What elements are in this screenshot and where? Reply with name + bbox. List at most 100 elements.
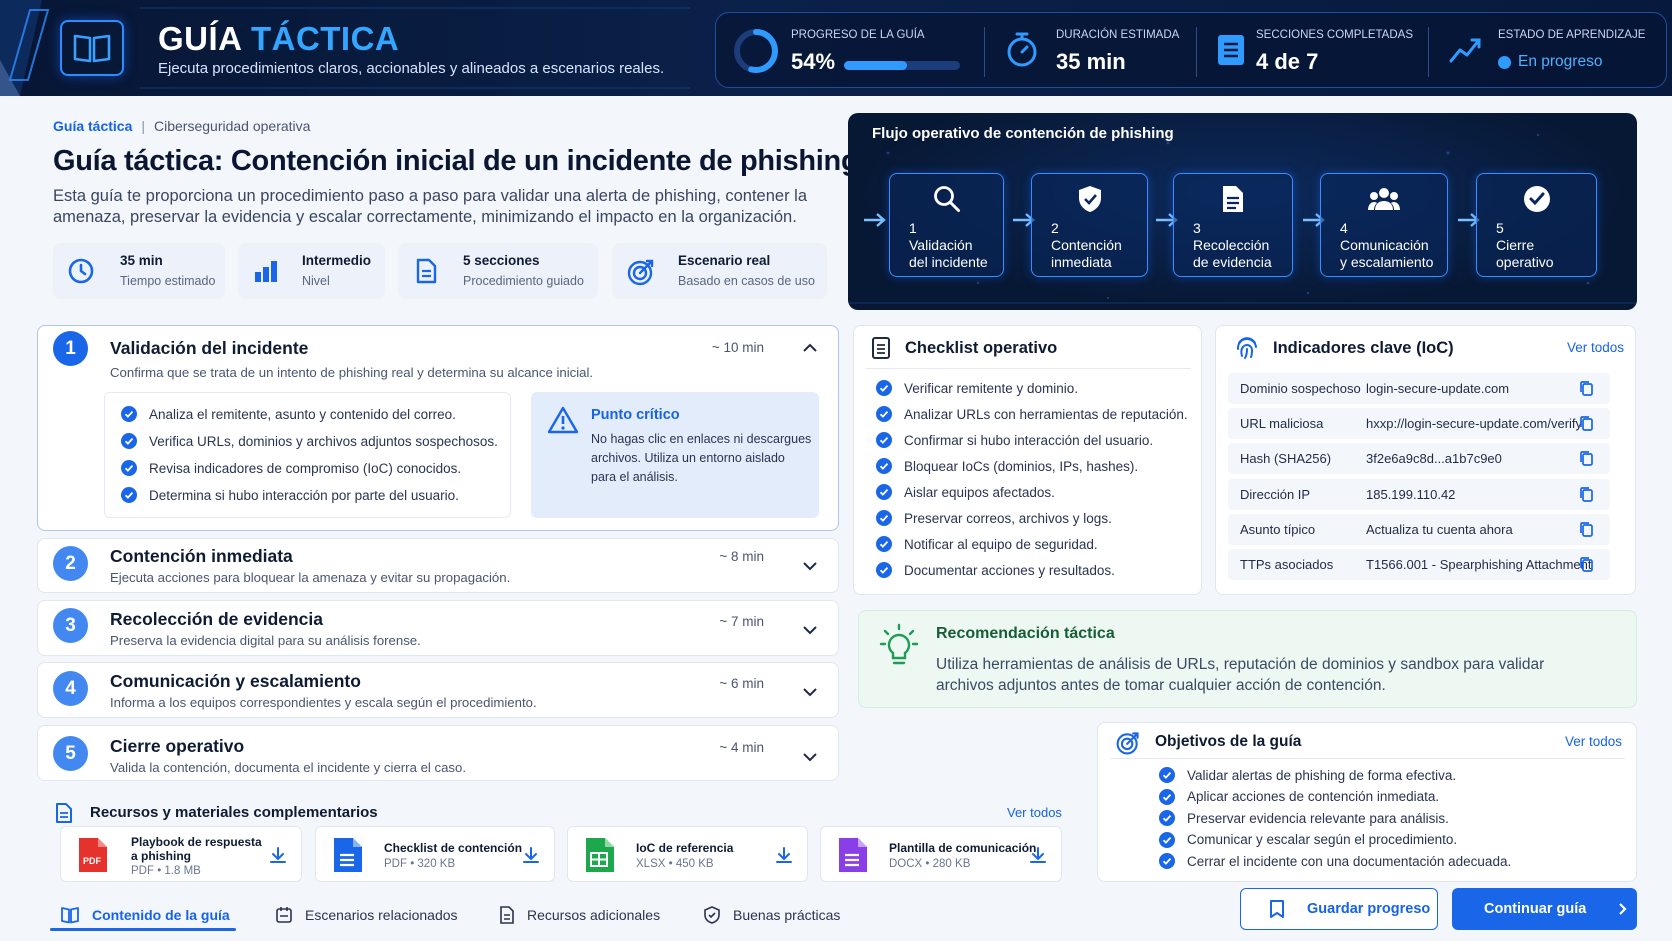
ioc-view-all-link[interactable]: Ver todos [1567, 340, 1624, 355]
flow-step-2[interactable]: 2 Contención inmediata [1031, 173, 1148, 277]
flow-step-number: 5 [1496, 220, 1504, 236]
step-2-badge: 2 [53, 546, 88, 581]
header-title: GUÍA TÁCTICA [158, 20, 400, 57]
flow-step-number: 4 [1340, 220, 1348, 236]
step-2-title: Contención inmediata [110, 546, 293, 566]
stat-learning-status: ESTADO DE APRENDIZAJE En progreso [1438, 13, 1666, 89]
step-2-time: ~ 8 min [719, 549, 764, 564]
step-4-time: ~ 6 min [719, 676, 764, 691]
step-1-title: Validación del incidente [110, 338, 309, 358]
duration-label: DURACIÓN ESTIMADA [1056, 29, 1180, 41]
download-icon[interactable] [522, 846, 540, 864]
meta-scenario: Escenario real Basado en casos de uso [612, 243, 827, 299]
objective-item: Validar alertas de phishing de forma efe… [1159, 767, 1456, 783]
ioc-row: Dirección IP 185.199.110.42 [1228, 478, 1610, 510]
objectives-panel: Objetivos de la guía Ver todos Validar a… [1097, 722, 1637, 882]
step-3-time: ~ 7 min [719, 614, 764, 629]
copy-icon[interactable] [1578, 521, 1594, 538]
sections-label: SECCIONES COMPLETADAS [1256, 29, 1413, 41]
flow-step-4[interactable]: 4 Comunicación y escalamiento [1320, 173, 1448, 277]
step-1-time: ~ 10 min [711, 340, 764, 355]
flow-step-label: Cierre operativo [1496, 237, 1554, 270]
step-4-card[interactable]: 4 Comunicación y escalamiento Informa a … [37, 662, 839, 718]
progress-value: 54% [791, 49, 836, 74]
duration-value: 35 min [1056, 49, 1126, 74]
resource-name: Playbook de respuesta a phishing [131, 835, 262, 863]
step-2-desc: Ejecuta acciones para bloquear la amenaz… [110, 570, 511, 585]
resource-checklist[interactable]: Checklist de contención PDF • 320 KB [315, 826, 555, 882]
list-document-icon [1218, 35, 1244, 65]
save-progress-button[interactable]: Guardar progreso [1240, 888, 1438, 930]
objective-item: Aplicar acciones de contención inmediata… [1159, 788, 1439, 805]
tab-buenas-practicas[interactable]: Buenas prácticas [703, 900, 840, 930]
meta-level: Intermedio Nivel [238, 243, 385, 299]
chevron-down-icon[interactable] [802, 752, 818, 762]
step-5-title: Cierre operativo [110, 736, 245, 756]
checklist-item: Aislar equipos afectados. [876, 484, 1055, 500]
tab-contenido[interactable]: Contenido de la guía [60, 900, 230, 930]
progress-ring-icon [734, 29, 778, 73]
copy-icon[interactable] [1578, 415, 1594, 432]
page-title: Guía táctica: Contención inicial de un i… [53, 145, 859, 177]
step-5-card[interactable]: 5 Cierre operativo Valida la contención,… [37, 725, 839, 781]
breadcrumb-link[interactable]: Guía táctica [53, 118, 132, 134]
chevron-down-icon[interactable] [802, 687, 818, 697]
status-value: En progreso [1518, 53, 1603, 70]
flow-step-5[interactable]: 5 Cierre operativo [1476, 173, 1597, 277]
step-1-badge: 1 [53, 331, 88, 366]
checklist-panel: Checklist operativo Verificar remitente … [853, 325, 1202, 595]
ioc-value: hxxp://login-secure-update.com/verify [1366, 416, 1583, 432]
stat-sections: SECCIONES COMPLETADAS 4 de 7 [1206, 13, 1416, 89]
step-1-card[interactable]: 1 Validación del incidente Confirma que … [37, 325, 839, 531]
pdf-file-icon: PDF [76, 837, 108, 873]
copy-icon[interactable] [1578, 450, 1594, 467]
copy-icon[interactable] [1578, 380, 1594, 397]
ioc-row: Dominio sospechoso login-secure-update.co… [1228, 373, 1610, 404]
ioc-key: Dirección IP [1240, 486, 1311, 502]
objectives-view-all-link[interactable]: Ver todos [1565, 734, 1622, 749]
step-3-card[interactable]: 3 Recolección de evidencia Preserva la e… [37, 600, 839, 656]
copy-icon[interactable] [1578, 556, 1594, 573]
flow-step-1[interactable]: 1 Validación del incidente [889, 173, 1004, 277]
check-circle-icon [876, 510, 892, 526]
resource-template[interactable]: Plantilla de comunicación DOCX • 280 KB [820, 826, 1062, 882]
tab-escenarios[interactable]: Escenarios relacionados [275, 900, 458, 930]
flow-arrow-in [862, 212, 888, 228]
clipboard-icon [872, 337, 890, 359]
chevron-down-icon[interactable] [802, 561, 818, 571]
copy-icon[interactable] [1578, 486, 1594, 503]
recommendation-card: Recomendación táctica Utiliza herramient… [858, 610, 1637, 708]
ioc-panel: Indicadores clave (IoC) Ver todos Domini… [1215, 325, 1636, 595]
resources-view-all-link[interactable]: Ver todos [1007, 805, 1062, 820]
continue-guide-button[interactable]: Continuar guía [1452, 888, 1637, 930]
check-circle-icon [1523, 186, 1550, 212]
meta-sections-label: Procedimiento guiado [463, 274, 584, 288]
check-circle-icon [876, 458, 892, 474]
chevron-down-icon[interactable] [802, 625, 818, 635]
ioc-key: Asunto típico [1240, 521, 1316, 537]
download-icon[interactable] [775, 846, 793, 864]
target-icon [1116, 732, 1139, 755]
checklist-item: Bloquear IoCs (dominios, IPs, hashes). [876, 458, 1138, 474]
resource-playbook[interactable]: PDF Playbook de respuesta a phishing PDF … [60, 826, 302, 882]
resource-meta: PDF • 320 KB [384, 858, 456, 870]
check-circle-icon [1159, 767, 1175, 783]
critical-title: Punto crítico [591, 407, 680, 423]
resource-name: Plantilla de comunicación [889, 841, 1037, 855]
step-1-checks: Analiza el remitente, asunto y contenido… [104, 392, 511, 518]
file-icon [1223, 186, 1243, 212]
check-circle-icon [876, 536, 892, 552]
trend-chart-icon [1449, 38, 1481, 63]
fingerprint-icon [1236, 337, 1257, 359]
step-2-card[interactable]: 2 Contención inmediata Ejecuta acciones … [37, 538, 839, 593]
flow-step-3[interactable]: 3 Recolección de evidencia [1173, 173, 1293, 277]
check-circle-icon [1159, 788, 1175, 805]
chevron-up-icon[interactable] [802, 343, 818, 353]
check-circle-icon [876, 484, 892, 500]
tab-recursos[interactable]: Recursos adicionales [499, 900, 660, 930]
download-icon[interactable] [269, 846, 287, 864]
resource-ioc[interactable]: IoC de referencia XLSX • 450 KB [567, 826, 808, 882]
resource-meta: DOCX • 280 KB [889, 858, 971, 870]
step-1-desc: Confirma que se trata de un intento de p… [110, 365, 594, 380]
download-icon[interactable] [1029, 846, 1047, 864]
